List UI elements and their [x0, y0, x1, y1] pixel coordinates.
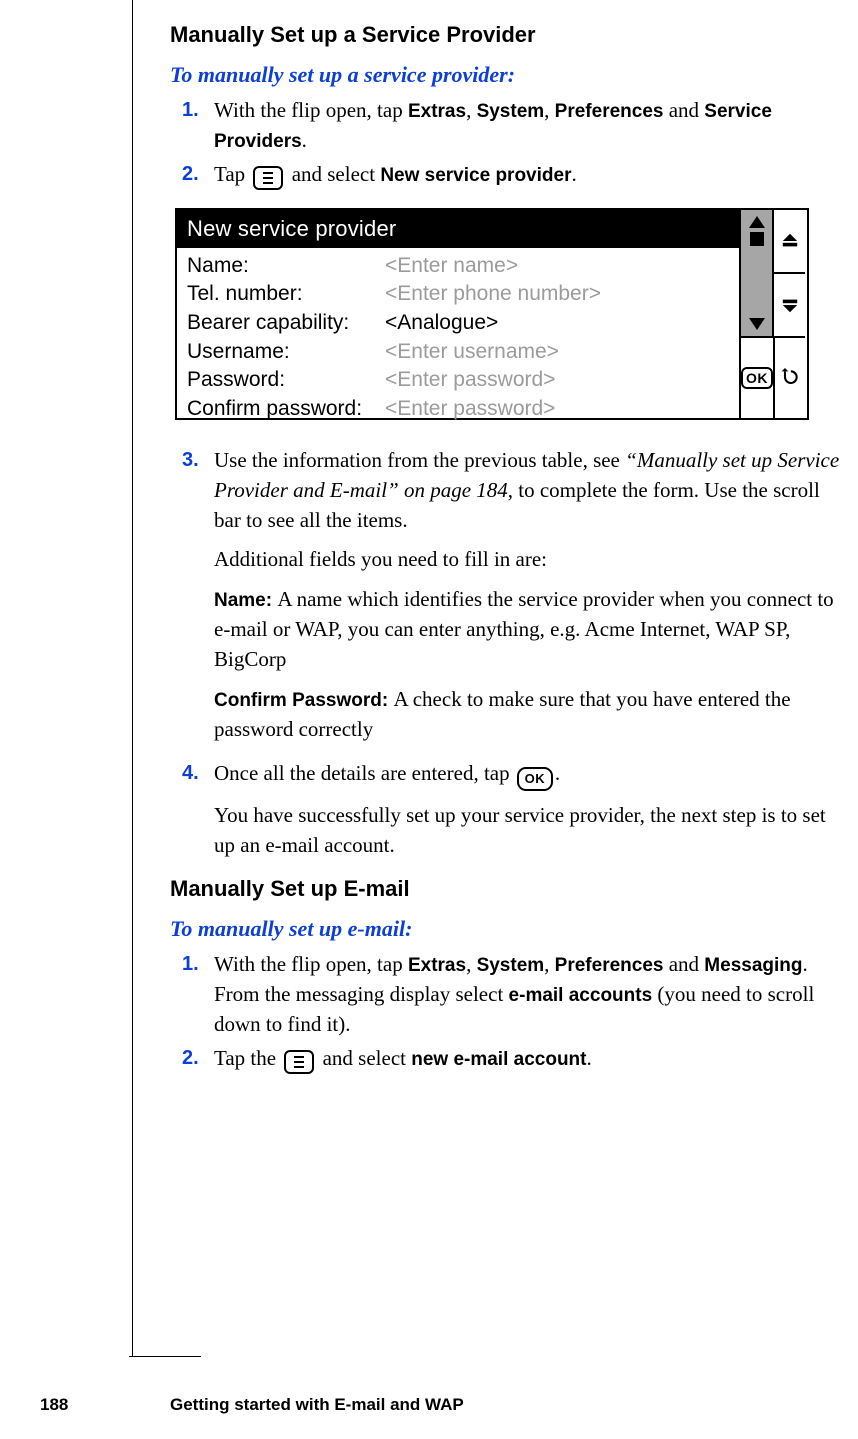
- em-step-1: 1. With the flip open, tap Extras, Syste…: [214, 950, 840, 1040]
- scroll-thumb[interactable]: [750, 232, 764, 246]
- page-footer: 188 Getting started with E-mail and WAP: [40, 1395, 820, 1415]
- ok-icon: OK: [517, 767, 553, 791]
- field-placeholder[interactable]: <Enter name>: [385, 252, 518, 281]
- field-placeholder[interactable]: <Enter username>: [385, 338, 559, 367]
- form-row: Password:<Enter password>: [187, 366, 729, 395]
- ok-button[interactable]: OK: [741, 338, 773, 418]
- step-number: 1.: [182, 96, 199, 124]
- field-placeholder[interactable]: <Enter password>: [385, 366, 555, 395]
- form-row: Confirm password:<Enter password>: [187, 395, 729, 424]
- page-down-button[interactable]: [774, 272, 805, 336]
- menu-icon: [253, 166, 283, 190]
- back-button[interactable]: [773, 338, 805, 418]
- scroll-up-icon[interactable]: [749, 216, 765, 228]
- scroll-down-icon[interactable]: [749, 318, 765, 330]
- form-row: Bearer capability:<Analogue>: [187, 309, 729, 338]
- paragraph: You have successfully set up your servic…: [214, 801, 840, 861]
- task-service-provider: To manually set up a service provider:: [170, 62, 840, 88]
- task-email: To manually set up e-mail:: [170, 916, 840, 942]
- sp-step-3: 3. Use the information from the previous…: [214, 446, 840, 745]
- screen-title: New service provider: [177, 210, 739, 248]
- step-number: 2.: [182, 160, 199, 188]
- chapter-title: Getting started with E-mail and WAP: [170, 1395, 464, 1415]
- scrollbar[interactable]: [741, 210, 772, 336]
- heading-email: Manually Set up E-mail: [170, 876, 840, 902]
- field-placeholder[interactable]: <Enter password>: [385, 395, 555, 424]
- paragraph: Additional fields you need to fill in ar…: [214, 545, 840, 575]
- sp-step-4: 4. Once all the details are entered, tap…: [214, 759, 840, 861]
- form-row: Name:<Enter name>: [187, 252, 729, 281]
- field-placeholder[interactable]: <Enter phone number>: [385, 280, 601, 309]
- sp-step-1: 1. With the flip open, tap Extras, Syste…: [214, 96, 840, 156]
- main-content: Manually Set up a Service Provider To ma…: [170, 22, 840, 1078]
- menu-icon: [284, 1050, 314, 1074]
- step-number: 3.: [182, 446, 199, 474]
- page-number: 188: [40, 1395, 170, 1415]
- screen-form: Name:<Enter name> Tel. number:<Enter pho…: [177, 248, 739, 425]
- device-screenshot: New service provider Name:<Enter name> T…: [175, 208, 815, 422]
- step-number: 1.: [182, 950, 199, 978]
- sp-step-2: 2. Tap and select New service provider.: [214, 160, 840, 190]
- em-step-2: 2. Tap the and select new e-mail account…: [214, 1044, 840, 1074]
- step-number: 4.: [182, 759, 199, 787]
- field-value[interactable]: <Analogue>: [385, 309, 498, 338]
- form-row: Username:<Enter username>: [187, 338, 729, 367]
- margin-rule: [132, 0, 133, 1357]
- field-desc-name: Name: A name which identifies the servic…: [214, 585, 840, 675]
- form-row: Tel. number:<Enter phone number>: [187, 280, 729, 309]
- step-number: 2.: [182, 1044, 199, 1072]
- field-desc-confirm: Confirm Password: A check to make sure t…: [214, 685, 840, 745]
- page-up-button[interactable]: [774, 210, 805, 272]
- heading-service-provider: Manually Set up a Service Provider: [170, 22, 840, 48]
